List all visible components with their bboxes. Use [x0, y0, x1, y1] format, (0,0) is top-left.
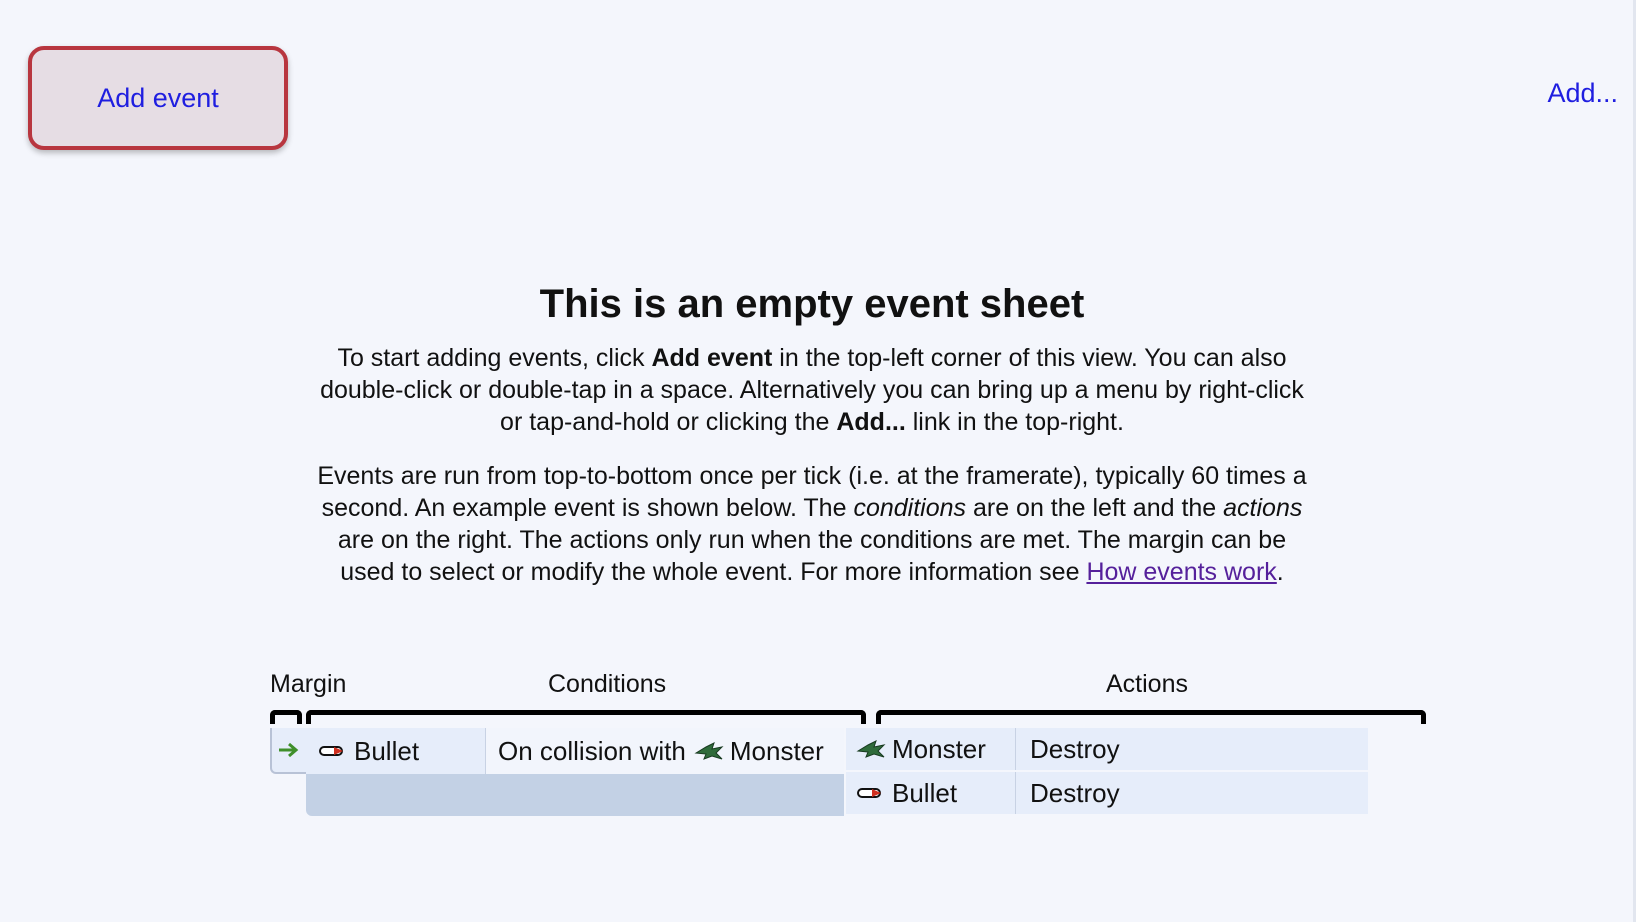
add-event-label: Add event	[97, 82, 219, 113]
intro-paragraph-1: To start adding events, click Add event …	[320, 344, 1304, 436]
intro-paragraph-2: Events are run from top-to-bottom once p…	[317, 462, 1307, 586]
bullet-icon	[318, 743, 346, 759]
event-sheet-view[interactable]: Add event Add... This is an empty event …	[0, 0, 1636, 922]
how-events-work-link[interactable]: How events work	[1086, 558, 1276, 586]
condition-text-cell[interactable]: On collision with Monster	[486, 728, 844, 774]
margin-bracket	[270, 710, 302, 724]
page-title: This is an empty event sheet	[539, 282, 1085, 326]
conditions-bracket	[306, 710, 866, 724]
add-menu-link[interactable]: Add...	[1547, 78, 1618, 109]
conditions-label: Conditions	[548, 670, 667, 698]
conditions-empty-space[interactable]	[306, 774, 844, 816]
add-event-button[interactable]: Add event	[28, 46, 288, 150]
actions-bracket	[876, 710, 1426, 724]
action-object-name: Bullet	[892, 777, 958, 808]
condition-object-name: Bullet	[354, 735, 420, 766]
action-object-cell[interactable]: Bullet	[846, 772, 1016, 814]
condition-object-cell[interactable]: Bullet	[306, 728, 486, 774]
actions-label: Actions	[1106, 670, 1188, 698]
condition-target-name: Monster	[729, 735, 824, 766]
monster-icon	[694, 741, 724, 761]
action-object-name: Monster	[892, 733, 986, 764]
empty-sheet-intro: This is an empty event sheet To start ad…	[312, 280, 1312, 588]
margin-label: Margin	[270, 670, 347, 698]
action-text-cell[interactable]: Destroy	[1016, 728, 1368, 770]
action-text: Destroy	[1030, 733, 1120, 764]
condition-text: On collision with	[498, 735, 686, 766]
action-text-cell[interactable]: Destroy	[1016, 772, 1368, 814]
monster-icon	[856, 739, 886, 759]
bullet-icon	[856, 785, 884, 801]
event-margin[interactable]	[270, 728, 306, 774]
action-object-cell[interactable]: Monster	[846, 728, 1016, 770]
arrow-right-icon	[279, 742, 299, 758]
action-text: Destroy	[1030, 777, 1120, 808]
example-event: Margin Conditions Actions Bullet On coll…	[270, 670, 1430, 830]
